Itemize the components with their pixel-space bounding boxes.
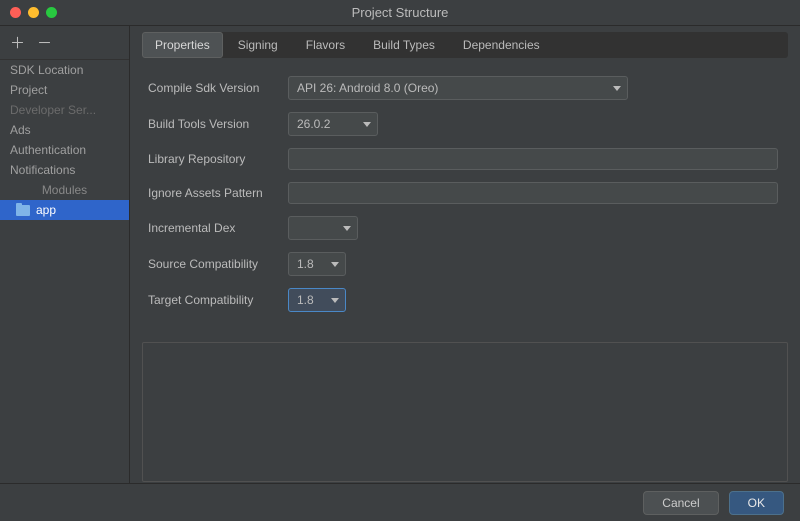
dropdown-source-compat[interactable]: 1.8 — [288, 252, 346, 276]
row-library-repo: Library Repository — [148, 148, 788, 170]
label-build-tools: Build Tools Version — [148, 117, 276, 131]
tab-signing[interactable]: Signing — [225, 32, 291, 58]
folder-icon — [16, 205, 30, 216]
cancel-button[interactable]: Cancel — [643, 491, 718, 515]
tab-build-types[interactable]: Build Types — [360, 32, 448, 58]
chevron-down-icon — [343, 226, 351, 231]
tabs: Properties Signing Flavors Build Types D… — [142, 32, 788, 58]
dropdown-value: 1.8 — [297, 257, 314, 271]
dropdown-build-tools[interactable]: 26.0.2 — [288, 112, 378, 136]
chevron-down-icon — [613, 86, 621, 91]
row-source-compat: Source Compatibility 1.8 — [148, 252, 788, 276]
chevron-down-icon — [363, 122, 371, 127]
sidebar-item-sdk-location[interactable]: SDK Location — [0, 60, 129, 80]
row-target-compat: Target Compatibility 1.8 — [148, 288, 788, 312]
remove-icon[interactable]: － — [37, 32, 52, 53]
row-build-tools: Build Tools Version 26.0.2 — [148, 112, 788, 136]
label-ignore-assets: Ignore Assets Pattern — [148, 186, 276, 200]
sidebar-item-authentication[interactable]: Authentication — [0, 140, 129, 160]
sidebar-item-ads[interactable]: Ads — [0, 120, 129, 140]
dropdown-value: 26.0.2 — [297, 117, 330, 131]
sidebar-item-notifications[interactable]: Notifications — [0, 160, 129, 180]
tab-flavors[interactable]: Flavors — [293, 32, 358, 58]
sidebar-modules-header: Modules — [0, 180, 129, 200]
close-icon[interactable] — [10, 7, 21, 18]
dropdown-target-compat[interactable]: 1.8 — [288, 288, 346, 312]
properties-form: Compile Sdk Version API 26: Android 8.0 … — [142, 76, 788, 324]
main-panel: Properties Signing Flavors Build Types D… — [130, 26, 800, 483]
tab-properties[interactable]: Properties — [142, 32, 223, 58]
label-source-compat: Source Compatibility — [148, 257, 276, 271]
details-area — [142, 342, 788, 482]
maximize-icon[interactable] — [46, 7, 57, 18]
dropdown-value: API 26: Android 8.0 (Oreo) — [297, 81, 438, 95]
footer: Cancel OK — [0, 483, 800, 521]
tab-dependencies[interactable]: Dependencies — [450, 32, 553, 58]
label-incremental-dex: Incremental Dex — [148, 221, 276, 235]
sidebar-toolbar: ＋ － — [0, 26, 129, 60]
ok-button[interactable]: OK — [729, 491, 784, 515]
dropdown-value: 1.8 — [297, 293, 314, 307]
label-library-repo: Library Repository — [148, 152, 276, 166]
input-ignore-assets[interactable] — [288, 182, 778, 204]
row-incremental-dex: Incremental Dex — [148, 216, 788, 240]
sidebar-item-project[interactable]: Project — [0, 80, 129, 100]
label-compile-sdk: Compile Sdk Version — [148, 81, 276, 95]
minimize-icon[interactable] — [28, 7, 39, 18]
chevron-down-icon — [331, 298, 339, 303]
chevron-down-icon — [331, 262, 339, 267]
row-ignore-assets: Ignore Assets Pattern — [148, 182, 788, 204]
label-target-compat: Target Compatibility — [148, 293, 276, 307]
add-icon[interactable]: ＋ — [10, 32, 25, 53]
window-controls — [0, 7, 57, 18]
dropdown-compile-sdk[interactable]: API 26: Android 8.0 (Oreo) — [288, 76, 628, 100]
sidebar-item-app[interactable]: app — [0, 200, 129, 220]
sidebar: ＋ － SDK Location Project Developer Ser..… — [0, 26, 130, 483]
sidebar-item-developer-services[interactable]: Developer Ser... — [0, 100, 129, 120]
window-title: Project Structure — [0, 5, 800, 20]
dropdown-incremental-dex[interactable] — [288, 216, 358, 240]
sidebar-item-label: app — [36, 203, 56, 217]
input-library-repo[interactable] — [288, 148, 778, 170]
titlebar: Project Structure — [0, 0, 800, 26]
row-compile-sdk: Compile Sdk Version API 26: Android 8.0 … — [148, 76, 788, 100]
